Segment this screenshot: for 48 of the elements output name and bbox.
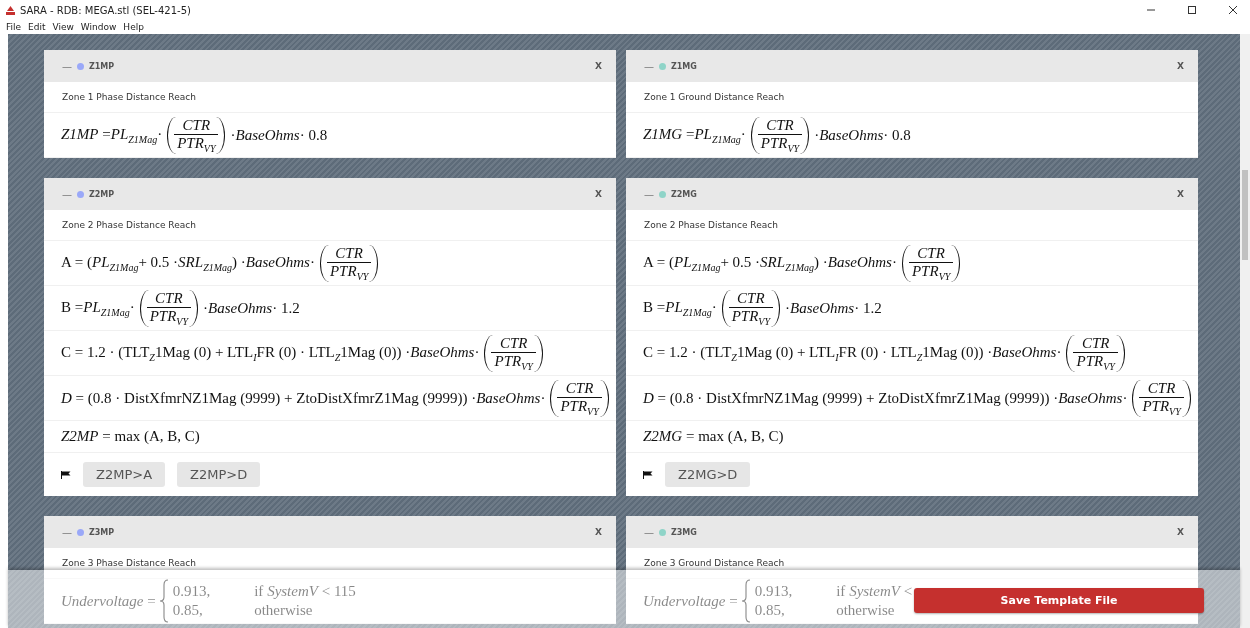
collapse-toggle[interactable]: — [644,188,654,200]
brace-icon [158,579,169,623]
brace-icon [740,579,751,623]
piecewise-cases: 0.913, if SystemV < 0.85, otherwise [754,583,913,619]
menu-item[interactable]: Edit [28,22,46,32]
card-description: Zone 3 Phase Distance Reach [62,558,196,568]
close-button[interactable]: X [595,61,602,71]
maximize-icon[interactable] [1187,5,1197,15]
card-description: Zone 3 Ground Distance Reach [644,558,785,568]
menu-item[interactable]: Window [80,22,117,32]
flag-button[interactable]: Z2MG>D [665,462,751,487]
card-title: Z2MG [671,189,698,199]
close-button[interactable]: X [1177,61,1184,71]
card-title: Z1MP [89,61,116,71]
card-description: Zone 2 Phase Distance Reach [644,220,778,230]
close-button[interactable]: X [1177,189,1184,199]
close-icon[interactable] [1228,5,1238,15]
collapse-toggle[interactable]: — [62,60,72,72]
formula-text: Undervoltage = [61,592,156,610]
card-title: Z1MG [671,61,698,71]
menu-item[interactable]: File [6,22,22,32]
formula-text: Undervoltage = [643,592,738,610]
menu-item[interactable]: View [52,22,74,32]
card-description: Zone 2 Phase Distance Reach [62,220,196,230]
piecewise-cases: 0.913, if SystemV < 115 0.85, otherwise [172,583,356,619]
card-description: Zone 1 Ground Distance Reach [644,92,785,102]
formula: Z2MP = max (A, B, C) [61,428,200,445]
flag-icon [61,470,71,479]
close-button[interactable]: X [1177,527,1184,537]
save-template-button[interactable]: Save Template File [914,588,1204,613]
collapse-toggle[interactable]: — [644,526,654,538]
collapse-toggle[interactable]: — [62,188,72,200]
flag-button[interactable]: Z2MP>A [83,462,166,487]
card-description: Zone 1 Phase Distance Reach [62,92,196,102]
card-title: Z2MP [89,189,116,199]
card-title: Z3MG [671,527,698,537]
app-icon [6,5,15,15]
collapse-toggle[interactable]: — [62,526,72,538]
formula: Z2MG = max (A, B, C) [643,428,784,445]
flag-icon [643,470,653,479]
window-title: SARA - RDB: MEGA.stl (SEL-421-5) [20,4,192,16]
menu-item[interactable]: Help [123,22,144,32]
close-button[interactable]: X [595,189,602,199]
collapse-toggle[interactable]: — [644,60,654,72]
flag-button[interactable]: Z2MP>D [177,462,261,487]
scrollbar[interactable] [1240,34,1250,628]
close-button[interactable]: X [595,527,602,537]
card-title: Z3MP [89,527,116,537]
